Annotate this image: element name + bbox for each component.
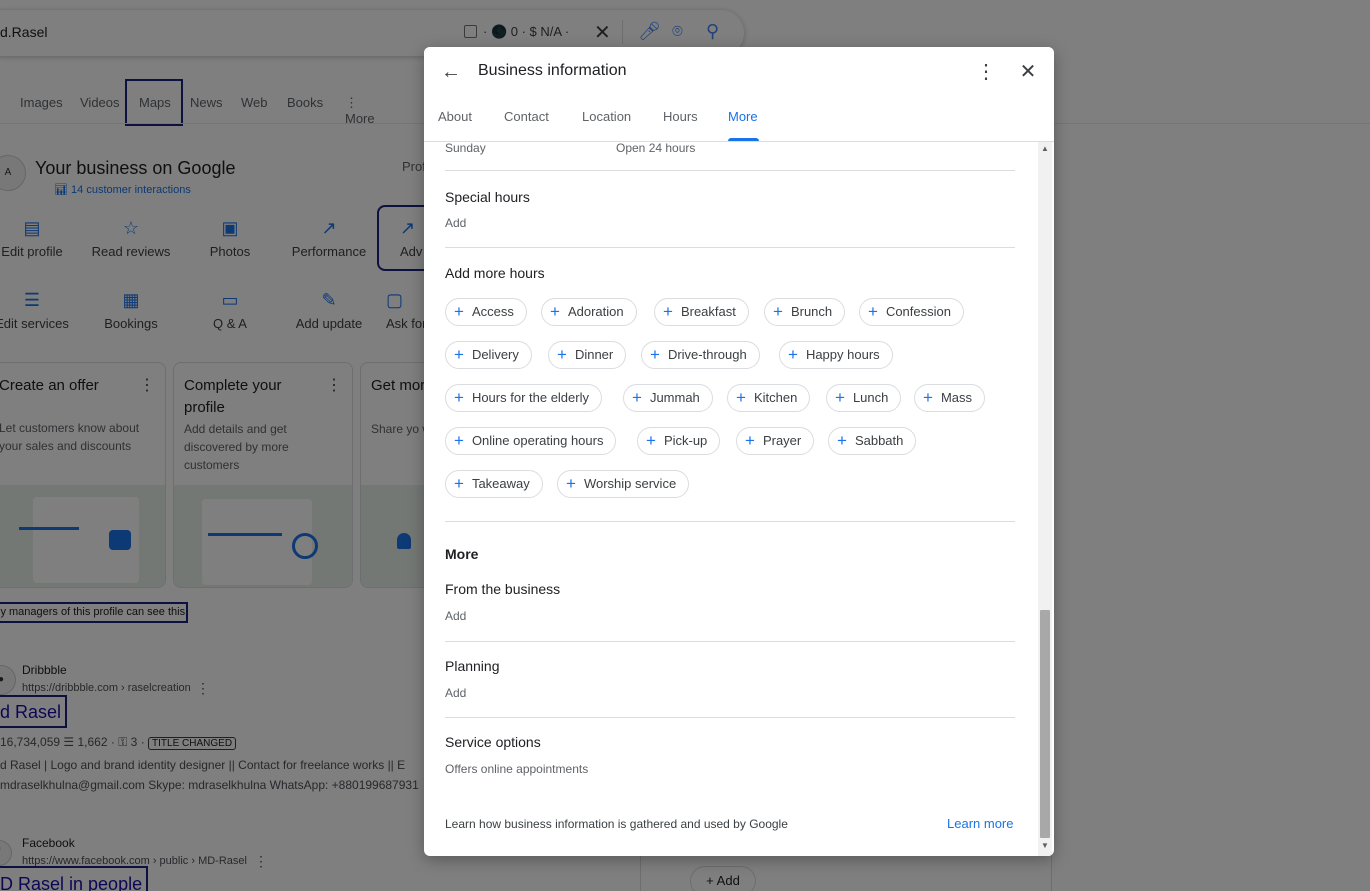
chip-label: Confession [885,304,951,319]
back-arrow-icon[interactable]: ← [438,59,464,85]
dialog-title: Business information [478,62,627,79]
sunday-label: Sunday [445,141,486,155]
service-options-value: Offers online appointments [445,762,589,776]
chip-mass[interactable]: + Mass [914,384,985,412]
plus-icon: + [835,388,845,407]
sunday-hours: Open 24 hours [616,141,696,155]
chip-pick-up[interactable]: + Pick-up [637,427,721,455]
plus-icon: + [745,431,755,450]
divider [445,641,1015,642]
chip-label: Breakfast [680,304,736,319]
chip-hours-for-the-elderly[interactable]: + Hours for the elderly [445,384,602,412]
plus-icon: + [923,388,933,407]
plus-icon: + [646,431,656,450]
plus-icon: + [632,388,642,407]
tab-location[interactable]: Location [582,109,631,142]
chip-label: Delivery [471,347,519,362]
chip-label: Happy hours [805,347,880,362]
plus-icon: + [868,302,878,321]
chip-label: Brunch [790,304,833,319]
dialog-header: ← Business information ⋮ ✕ About Contact… [424,47,1054,142]
plus-icon: + [454,388,464,407]
more-section-title: More [445,546,479,562]
chip-sabbath[interactable]: + Sabbath [828,427,917,455]
chip-dinner[interactable]: + Dinner [548,341,627,369]
plus-icon: + [454,431,464,450]
chip-label: Pick-up [663,433,708,448]
service-options-title: Service options [445,734,541,750]
scrollbar-thumb[interactable] [1040,610,1050,838]
tab-contact[interactable]: Contact [504,109,549,142]
more-vert-icon[interactable]: ⋮ [974,59,998,85]
chip-label: Mass [940,390,972,405]
from-business-add[interactable]: Add [445,609,466,623]
plus-icon: + [566,474,576,493]
add-more-hours-title: Add more hours [445,265,545,281]
from-business-title: From the business [445,581,561,597]
chip-label: Dinner [574,347,614,362]
plus-icon: + [454,345,464,364]
special-hours-add[interactable]: Add [445,216,466,230]
active-tab-indicator [728,138,759,141]
divider [445,717,1015,718]
chip-adoration[interactable]: + Adoration [541,298,637,326]
chip-breakfast[interactable]: + Breakfast [654,298,749,326]
chip-confession[interactable]: + Confession [859,298,964,326]
chip-drive-through[interactable]: + Drive-through [641,341,760,369]
chip-online-operating-hours[interactable]: + Online operating hours [445,427,617,455]
planning-add[interactable]: Add [445,686,466,700]
chip-takeaway[interactable]: + Takeaway [445,470,543,498]
chip-label: Takeaway [471,476,530,491]
chip-label: Jummah [649,390,700,405]
chip-lunch[interactable]: + Lunch [826,384,902,412]
chip-worship-service[interactable]: + Worship service [557,470,690,498]
chip-label: Sabbath [854,433,904,448]
chip-kitchen[interactable]: + Kitchen [727,384,811,412]
chip-label: Prayer [762,433,802,448]
chip-label: Access [471,304,514,319]
chip-delivery[interactable]: + Delivery [445,341,532,369]
plus-icon: + [837,431,847,450]
chip-label: Hours for the elderly [471,390,589,405]
chip-label: Online operating hours [471,433,604,448]
chip-jummah[interactable]: + Jummah [623,384,713,412]
chip-label: Kitchen [753,390,798,405]
plus-icon: + [550,302,560,321]
chip-label: Adoration [567,304,624,319]
plus-icon: + [788,345,798,364]
planning-title: Planning [445,658,500,674]
tab-about[interactable]: About [438,109,472,142]
chip-prayer[interactable]: + Prayer [736,427,815,455]
plus-icon: + [557,345,567,364]
plus-icon: + [650,345,660,364]
plus-icon: + [663,302,673,321]
scroll-up-arrow-icon[interactable]: ▲ [1038,144,1052,154]
special-hours-title: Special hours [445,189,530,205]
chip-access[interactable]: + Access [445,298,527,326]
chip-label: Lunch [852,390,889,405]
plus-icon: + [736,388,746,407]
footer-info-text: Learn how business information is gather… [445,817,788,831]
plus-icon: + [454,302,464,321]
divider [445,521,1015,522]
tab-hours[interactable]: Hours [663,109,698,142]
plus-icon: + [773,302,783,321]
dialog-body: Sunday Open 24 hours Special hours Add A… [424,141,1054,856]
divider [445,170,1015,171]
chip-label: Worship service [583,476,677,491]
business-information-dialog: ← Business information ⋮ ✕ About Contact… [424,47,1054,856]
scroll-down-arrow-icon[interactable]: ▼ [1038,841,1052,851]
divider [445,247,1015,248]
plus-icon: + [454,474,464,493]
close-icon[interactable]: ✕ [1016,59,1040,85]
chip-happy-hours[interactable]: + Happy hours [779,341,893,369]
chip-label: Drive-through [667,347,747,362]
learn-more-link[interactable]: Learn more [947,816,1013,831]
chip-brunch[interactable]: + Brunch [764,298,846,326]
